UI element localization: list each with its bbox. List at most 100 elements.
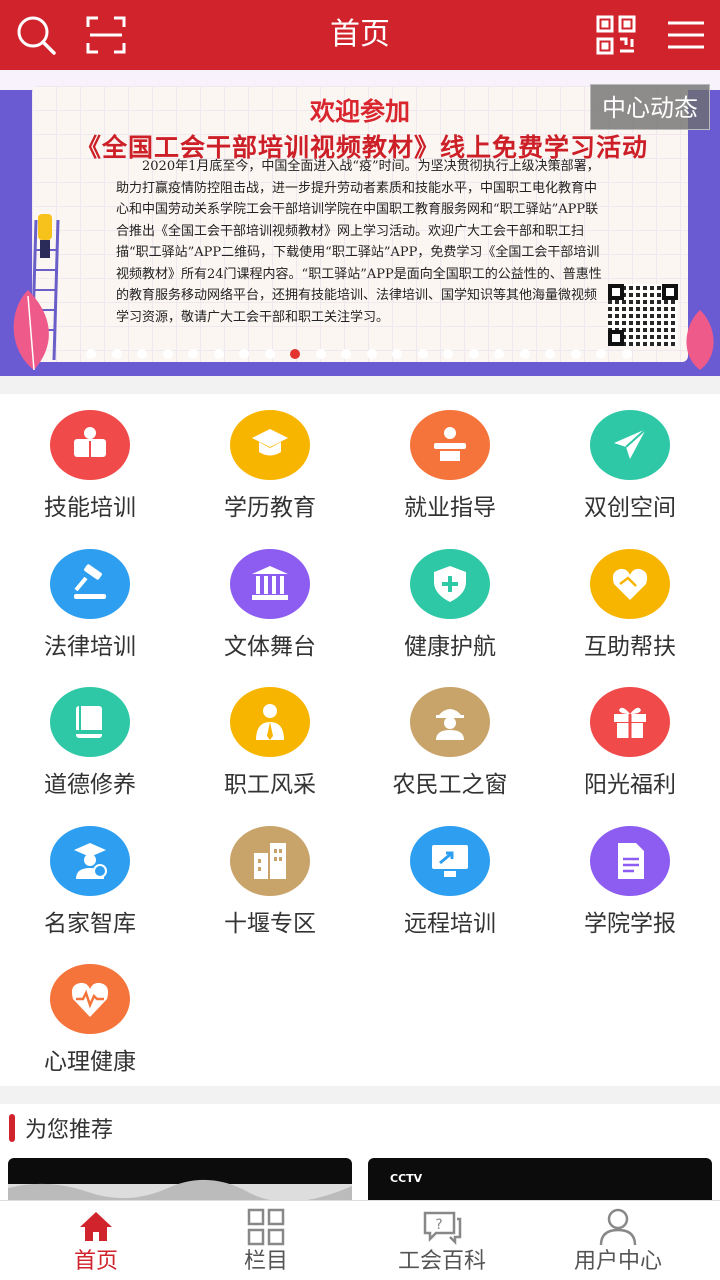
category-item[interactable]: 远程培训: [360, 810, 540, 948]
tab-question-chat[interactable]: ? 工会百科: [352, 1201, 532, 1280]
category-label: 法律培训: [44, 633, 136, 660]
tab-home[interactable]: 首页: [6, 1201, 186, 1280]
carousel-dot[interactable]: [111, 349, 122, 359]
shield-plus-icon: [410, 548, 490, 619]
category-item[interactable]: 十堰专区: [180, 810, 360, 948]
recommend-card-1[interactable]: [8, 1158, 352, 1200]
category-item[interactable]: 双创空间: [540, 394, 720, 532]
carousel-dot[interactable]: [519, 349, 530, 359]
svg-text:?: ?: [435, 1217, 442, 1233]
category-label: 就业指导: [404, 495, 496, 521]
recommend-title: 为您推荐: [25, 1118, 114, 1143]
tab-label: 栏目: [243, 1249, 288, 1274]
recommend-section: 为您推荐 CCTV: [0, 1104, 720, 1200]
category-label: 道德修养: [44, 772, 136, 798]
category-item[interactable]: 技能培训: [0, 394, 180, 532]
category-label: 双创空间: [584, 495, 676, 521]
center-news-tag[interactable]: 中心动态: [590, 84, 710, 130]
buildings-icon: [230, 825, 310, 896]
category-label: 文体舞台: [224, 633, 316, 660]
carousel-dot[interactable]: [570, 349, 581, 359]
leaf-decoration: [686, 310, 714, 370]
banner-body: 2020年1月底至今，中国全面进入战“疫”时间。为坚决贯彻执行上级决策部署，助力…: [116, 156, 602, 328]
heart-handshake-icon: [590, 548, 670, 619]
heart-pulse-icon: [50, 964, 130, 1034]
carousel-dot[interactable]: [188, 349, 198, 359]
category-label: 学历教育: [224, 495, 316, 521]
carousel-dot[interactable]: [86, 349, 96, 359]
qrcode-corner: [662, 284, 678, 300]
banner-body-text: 2020年1月底至今，中国全面进入战“疫”时间。为坚决贯彻执行上级决策部署，助力…: [116, 159, 602, 325]
category-label: 互助帮扶: [584, 633, 676, 660]
qrcode-icon[interactable]: [594, 13, 638, 57]
category-label: 农民工之窗: [392, 772, 508, 798]
document-icon: [590, 825, 670, 896]
category-label: 学院学报: [584, 910, 676, 937]
category-label: 技能培训: [44, 495, 136, 521]
carousel-dot[interactable]: [366, 349, 377, 359]
category-item[interactable]: 文体舞台: [180, 533, 360, 671]
category-item[interactable]: 健康护航: [360, 533, 540, 671]
tab-label: 首页: [73, 1249, 118, 1274]
tab-user[interactable]: 用户中心: [528, 1201, 708, 1280]
category-label: 远程培训: [404, 910, 496, 937]
tab-grid[interactable]: 栏目: [176, 1201, 356, 1280]
category-grid: 技能培训 学历教育 就业指导 双创空间法律培训 文体舞台 健康护航 互助帮扶道德修养 职工风采…: [0, 394, 720, 1086]
category-item[interactable]: 就业指导: [360, 394, 540, 532]
leaf-decoration: [13, 290, 49, 370]
monitor-arrow-icon: [410, 825, 490, 896]
category-item[interactable]: 职工风采: [180, 671, 360, 809]
category-item[interactable]: 法律培训: [0, 533, 180, 671]
category-item[interactable]: 学历教育: [180, 394, 360, 532]
category-label: 十堰专区: [224, 910, 316, 937]
category-item[interactable]: 道德修养: [0, 671, 180, 809]
carousel-dot[interactable]: [213, 349, 224, 359]
tab-label: 用户中心: [573, 1249, 662, 1274]
carousel-dot[interactable]: [239, 349, 249, 359]
category-label: 阳光福利: [584, 772, 676, 798]
carousel-dot[interactable]: [596, 349, 606, 359]
qrcode-corner: [608, 330, 624, 346]
category-item[interactable]: 互助帮扶: [540, 533, 720, 671]
category-item[interactable]: 学院学报: [540, 810, 720, 948]
category-label: 心理健康: [44, 1049, 136, 1075]
carousel-dot[interactable]: [341, 349, 351, 359]
category-item[interactable]: 阳光福利: [540, 671, 720, 809]
worker-icon: [230, 687, 310, 757]
carousel-dot[interactable]: [468, 349, 479, 359]
category-label: 名家智库: [44, 910, 136, 937]
carousel-dot[interactable]: [494, 349, 504, 359]
scholar-icon: [50, 825, 130, 896]
book-icon: [50, 687, 130, 757]
category-item[interactable]: 心理健康: [0, 948, 180, 1086]
category-item[interactable]: 农民工之窗: [360, 671, 540, 809]
paper-plane-icon: [590, 410, 670, 480]
recommend-card-2[interactable]: CCTV: [368, 1158, 712, 1200]
carousel-dot[interactable]: [315, 349, 326, 359]
top-bar: 首页: [0, 0, 720, 70]
carousel-dot[interactable]: [443, 349, 453, 359]
building-columns-icon: [230, 548, 310, 619]
tab-label: 工会百科: [397, 1249, 486, 1274]
helmet-worker-icon: [410, 687, 490, 757]
gavel-icon: [50, 548, 130, 619]
carousel-dot[interactable]: [137, 349, 147, 359]
section-marker: [9, 1114, 15, 1142]
tree-thumbnail: [8, 1180, 352, 1200]
carousel-dot[interactable]: [417, 349, 428, 359]
carousel-dot[interactable]: [290, 349, 300, 359]
qrcode-corner: [608, 284, 624, 300]
carousel-dot[interactable]: [621, 349, 632, 359]
banner-carousel[interactable]: 欢迎参加 《全国工会干部培训视频教材》线上免费学习活动 2020年1月底至今，中…: [0, 70, 720, 376]
gift-icon: [590, 687, 670, 757]
carousel-dot[interactable]: [264, 349, 275, 359]
category-label: 健康护航: [404, 633, 496, 660]
menu-icon[interactable]: [664, 13, 708, 57]
cctv-logo: CCTV: [390, 1172, 423, 1185]
reading-icon: [50, 410, 130, 480]
carousel-dot[interactable]: [545, 349, 555, 359]
carousel-dot[interactable]: [162, 349, 173, 359]
category-item[interactable]: 名家智库: [0, 810, 180, 948]
bottom-nav: 首页 栏目? 工会百科 用户中心: [0, 1200, 720, 1280]
carousel-dot[interactable]: [392, 349, 402, 359]
